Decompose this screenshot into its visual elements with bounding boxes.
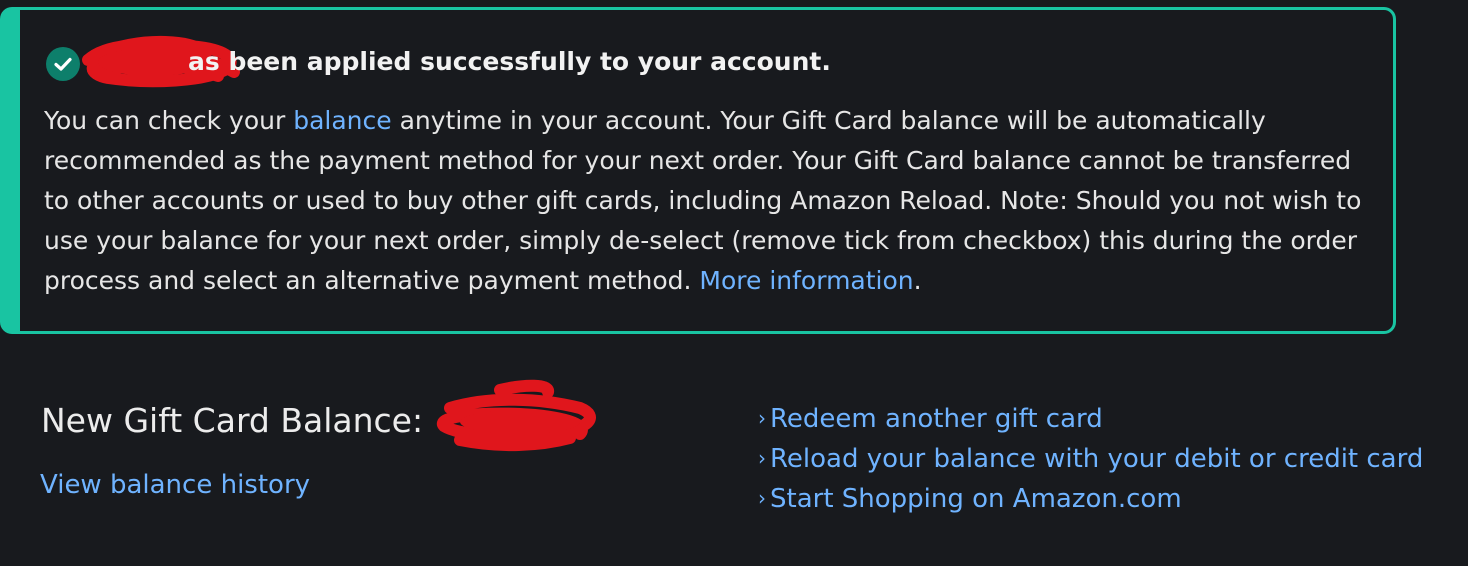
check-circle-icon (46, 47, 80, 81)
reload-balance-link[interactable]: › Reload your balance with your debit or… (758, 439, 1423, 479)
chevron-right-icon: › (758, 406, 766, 430)
chevron-right-icon: › (758, 486, 766, 510)
action-label[interactable]: Redeem another gift card (770, 404, 1103, 434)
action-label[interactable]: Reload your balance with your debit or c… (770, 444, 1423, 474)
alert-heading: as been applied successfully to your acc… (188, 47, 831, 76)
action-label[interactable]: Start Shopping on Amazon.com (770, 484, 1182, 514)
more-information-link[interactable]: More information (699, 266, 913, 295)
new-balance-label: New Gift Card Balance: (41, 401, 424, 440)
alert-body-prefix: You can check your (44, 106, 294, 135)
alert-body-suffix: . (913, 266, 922, 295)
balance-link[interactable]: balance (293, 106, 391, 135)
start-shopping-link[interactable]: › Start Shopping on Amazon.com (758, 479, 1423, 519)
success-alert: as been applied successfully to your acc… (0, 7, 1396, 334)
actions-list: › Redeem another gift card › Reload your… (758, 399, 1423, 519)
balance-redaction-scribble (436, 379, 596, 452)
redeem-gift-card-link[interactable]: › Redeem another gift card (758, 399, 1423, 439)
alert-body: You can check your balance anytime in yo… (44, 101, 1384, 301)
chevron-right-icon: › (758, 446, 766, 470)
view-balance-history-link[interactable]: View balance history (40, 470, 310, 500)
